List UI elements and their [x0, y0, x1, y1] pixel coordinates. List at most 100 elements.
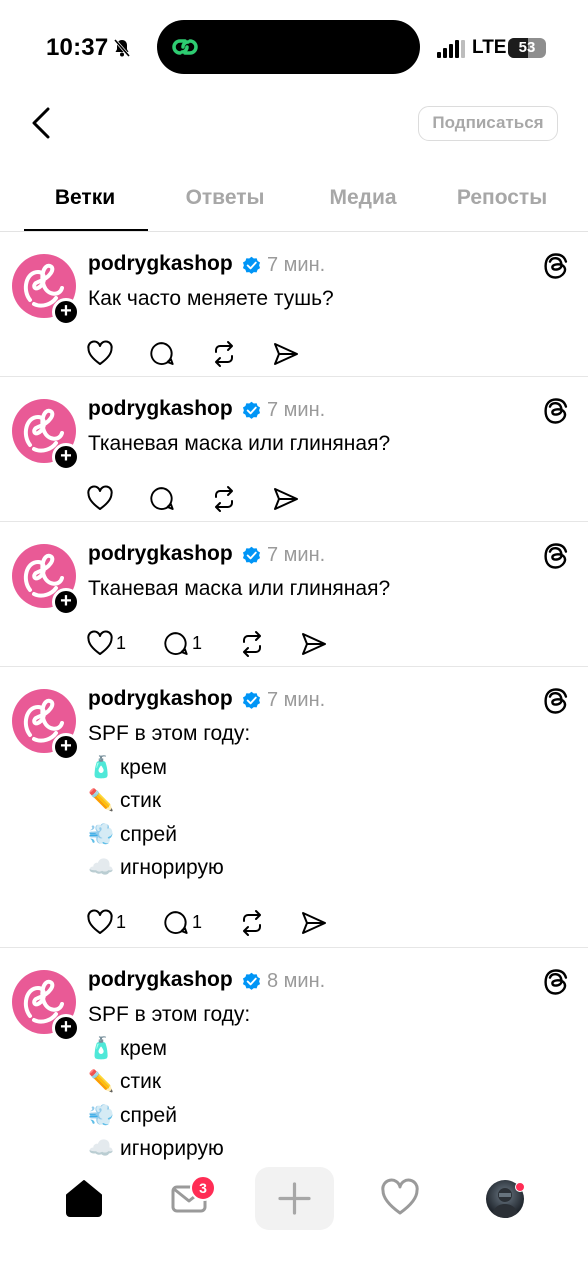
post-text: SPF в этом году: 🧴 крем ✏️ стик 💨 спрей ☁️ и…: [88, 998, 250, 1166]
like-button[interactable]: [86, 339, 116, 369]
threads-logo-icon[interactable]: [542, 252, 570, 280]
send-icon: [274, 342, 298, 365]
share-button[interactable]: [272, 339, 300, 369]
new-thread-button[interactable]: [255, 1167, 334, 1230]
subscribe-button[interactable]: Подписаться: [418, 106, 558, 141]
comment-icon: [164, 631, 188, 655]
heart-icon: [87, 630, 113, 655]
tab-reposts[interactable]: Репосты: [432, 186, 572, 210]
thread-post[interactable]: + podrygkashop 7 мин. SPF в этом году: 🧴 кре…: [0, 667, 588, 948]
activity-heart-icon[interactable]: [380, 1178, 420, 1218]
comment-icon: [150, 486, 174, 510]
thread-post[interactable]: + podrygkashop 7 мин. Тканевая маска или гл…: [0, 522, 588, 667]
repost-icon: [215, 340, 233, 367]
post-text-line: Тканевая маска или глиняная?: [88, 577, 391, 600]
threads-logo-icon[interactable]: [542, 687, 570, 715]
post-text-line: Тканевая маска или глиняная?: [88, 432, 391, 455]
share-button[interactable]: [272, 484, 300, 514]
link-icon: [172, 39, 198, 55]
heart-icon: [87, 340, 113, 365]
battery-icon: 53: [508, 38, 546, 58]
repost-button[interactable]: [238, 629, 266, 659]
status-time: 10:37: [46, 34, 109, 61]
inbox-badge: 3: [190, 1175, 216, 1201]
post-username[interactable]: podrygkashop: [88, 968, 233, 992]
heart-icon: [87, 909, 113, 934]
post-username[interactable]: podrygkashop: [88, 397, 233, 421]
plus-icon: [278, 1182, 311, 1215]
threads-logo-icon[interactable]: [542, 542, 570, 570]
profile-tabs: Ветки Ответы Медиа Репосты: [0, 176, 588, 232]
tab-media[interactable]: Медиа: [293, 186, 433, 210]
threads-logo-icon[interactable]: [542, 968, 570, 996]
home-icon[interactable]: [64, 1178, 104, 1218]
repost-button[interactable]: [210, 484, 238, 514]
like-button[interactable]: 1: [86, 908, 126, 938]
back-arrow-icon[interactable]: [28, 105, 58, 141]
repost-icon: [215, 485, 233, 512]
battery-percent: 53: [518, 39, 536, 56]
post-time: 7 мин.: [267, 254, 326, 276]
like-button[interactable]: 1: [86, 629, 126, 659]
share-button[interactable]: [300, 908, 328, 938]
network-type: LTE: [472, 37, 507, 58]
verified-badge-icon: [242, 546, 261, 564]
verified-badge-icon: [242, 972, 261, 990]
post-text-line: Как часто меняете тушь?: [88, 287, 334, 310]
bell-off-icon: [113, 39, 131, 57]
follow-plus-badge[interactable]: +: [52, 588, 80, 616]
tab-threads[interactable]: Ветки: [15, 186, 155, 210]
post-text-line: 💨 спрей: [88, 1103, 177, 1127]
comment-icon: [150, 341, 174, 365]
heart-icon: [87, 485, 113, 510]
post-time: 8 мин.: [267, 970, 326, 992]
bottom-nav: 3: [0, 1160, 588, 1280]
post-text-line: ✏️ стик: [88, 789, 162, 812]
post-text-line: ✏️ стик: [88, 1070, 162, 1093]
post-text: Как часто меняете тушь?: [88, 282, 334, 316]
post-username[interactable]: podrygkashop: [88, 542, 233, 566]
dynamic-island: [157, 20, 420, 74]
send-icon: [302, 632, 326, 655]
post-text-line: 🧴 крем: [88, 1036, 167, 1060]
thread-post[interactable]: + podrygkashop 7 мин. Тканевая маска или гл…: [0, 377, 588, 522]
signal-icon: [437, 40, 465, 58]
share-button[interactable]: [300, 629, 328, 659]
like-button[interactable]: [86, 484, 116, 514]
reply-count: 1: [192, 633, 203, 653]
post-username[interactable]: podrygkashop: [88, 687, 233, 711]
repost-icon: [243, 630, 261, 657]
comment-icon: [164, 910, 188, 934]
repost-button[interactable]: [210, 339, 238, 369]
verified-badge-icon: [242, 691, 261, 709]
follow-plus-badge[interactable]: +: [52, 1014, 80, 1042]
reply-button[interactable]: 1: [162, 629, 202, 659]
post-text-line: ☁️ игнорирую: [88, 856, 224, 879]
post-username[interactable]: podrygkashop: [88, 252, 233, 276]
post-text: Тканевая маска или глиняная?: [88, 427, 390, 461]
reply-count: 1: [192, 912, 203, 932]
reply-button[interactable]: [148, 339, 178, 369]
follow-plus-badge[interactable]: +: [52, 733, 80, 761]
send-icon: [302, 911, 326, 934]
post-text-line: 💨 спрей: [88, 822, 177, 846]
follow-plus-badge[interactable]: +: [52, 443, 80, 471]
reply-button[interactable]: 1: [162, 908, 202, 938]
post-text-line: SPF в этом году:: [88, 722, 251, 745]
follow-plus-badge[interactable]: +: [52, 298, 80, 326]
post-time: 7 мин.: [267, 689, 326, 711]
repost-icon: [243, 909, 261, 936]
tab-replies[interactable]: Ответы: [155, 186, 295, 210]
active-tab-indicator: [24, 229, 148, 231]
threads-logo-icon[interactable]: [542, 397, 570, 425]
send-icon: [274, 487, 298, 510]
verified-badge-icon: [242, 256, 261, 274]
post-text: SPF в этом году: 🧴 крем ✏️ стик 💨 спрей ☁️ и…: [88, 717, 250, 885]
post-text-line: 🧴 крем: [88, 755, 167, 779]
reply-button[interactable]: [148, 484, 178, 514]
like-count: 1: [116, 912, 127, 932]
repost-button[interactable]: [238, 908, 266, 938]
thread-post[interactable]: + podrygkashop 7 мин. Как часто меняете туш…: [0, 232, 588, 377]
post-time: 7 мин.: [267, 399, 326, 421]
post-text: Тканевая маска или глиняная?: [88, 572, 390, 606]
